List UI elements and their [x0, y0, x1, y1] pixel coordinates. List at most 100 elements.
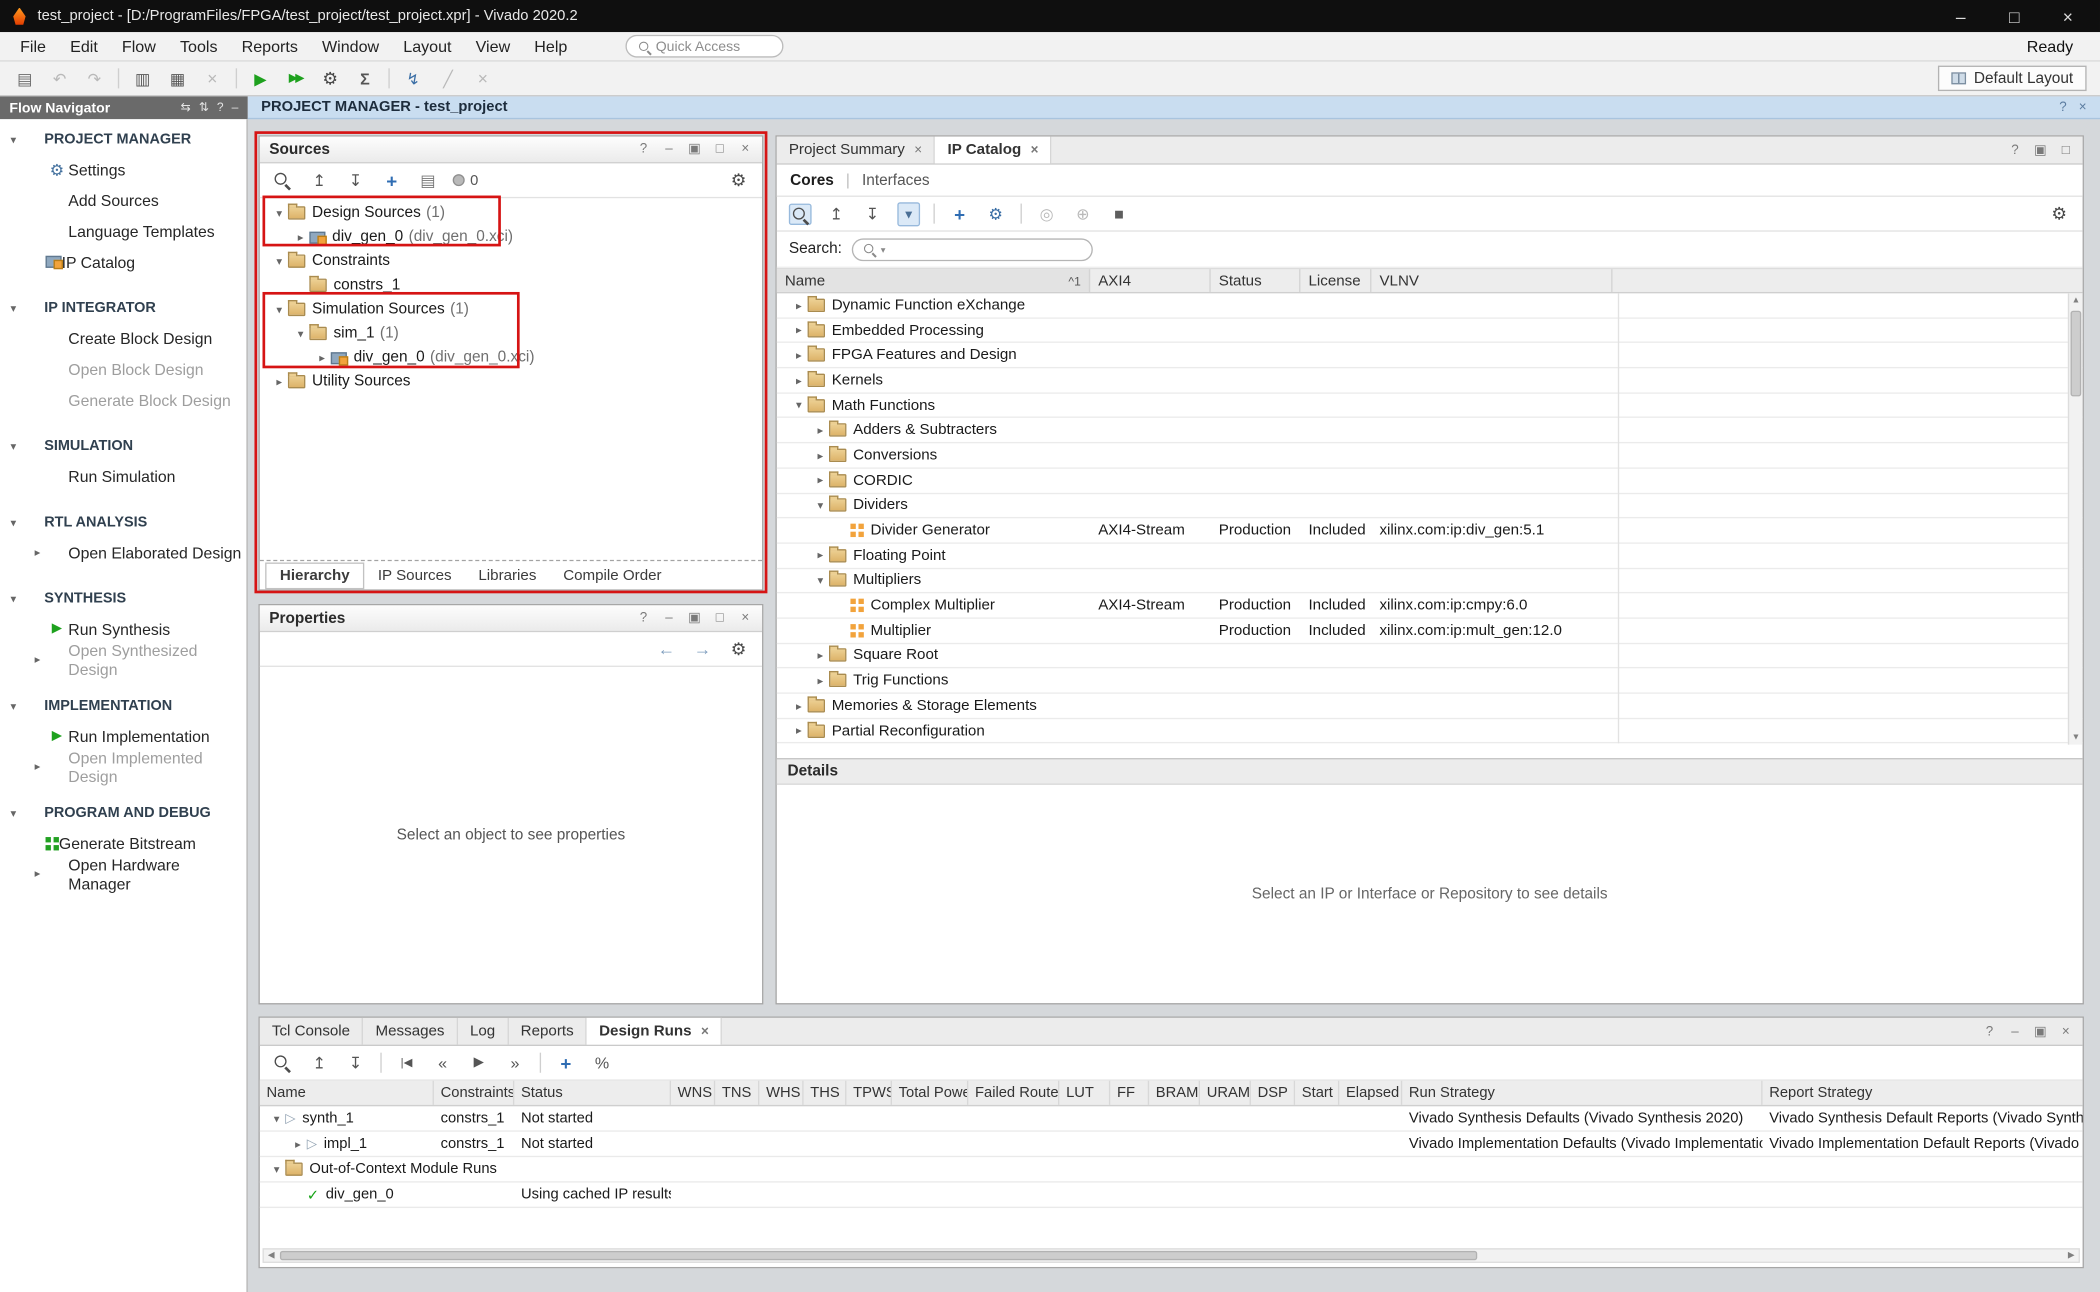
tab-project-summary[interactable]: Project Summary — [777, 137, 936, 164]
collapse-all-icon[interactable] — [825, 202, 848, 226]
flow-nav-entry[interactable]: Open Block Design — [0, 354, 246, 385]
collapse-all-icon[interactable] — [308, 168, 331, 192]
subtab-interfaces[interactable]: Interfaces — [862, 172, 930, 188]
close-icon[interactable] — [738, 142, 753, 157]
column-header[interactable]: WNS — [671, 1081, 715, 1105]
menu-item[interactable]: Reports — [230, 34, 310, 58]
chevron-icon[interactable] — [5, 517, 21, 528]
ip-catalog-row[interactable]: Dividers — [777, 494, 2083, 519]
ip-catalog-row[interactable]: Square Root — [777, 644, 2083, 669]
maximize-icon[interactable] — [2005, 6, 2024, 26]
vertical-scrollbar[interactable]: ▲ ▼ — [2068, 293, 2083, 744]
separator[interactable] — [933, 204, 934, 224]
menu-item[interactable]: Window — [310, 34, 391, 58]
sum-icon[interactable] — [354, 66, 377, 90]
help-icon[interactable] — [2008, 143, 2023, 158]
expand-all-icon[interactable] — [344, 168, 367, 192]
tree-row[interactable]: div_gen_0 (div_gen_0.xci) — [260, 225, 762, 249]
copy-icon[interactable] — [131, 66, 154, 90]
horizontal-scrollbar[interactable]: ◀ ▶ — [262, 1248, 2079, 1263]
tab-compile-order[interactable]: Compile Order — [550, 563, 675, 587]
float-icon[interactable] — [687, 611, 702, 626]
column-header[interactable]: THS — [804, 1081, 847, 1105]
expander-icon[interactable] — [812, 675, 829, 686]
column-header[interactable]: Elapsed — [1339, 1081, 1402, 1105]
close-tab-icon[interactable] — [914, 143, 922, 158]
flow-nav-entry[interactable]: Open Implemented Design — [0, 751, 246, 782]
chevron-icon[interactable] — [29, 654, 45, 665]
column-header[interactable]: Failed Routes — [968, 1081, 1059, 1105]
column-header[interactable]: Constraints — [434, 1081, 514, 1105]
expander-icon[interactable] — [790, 400, 807, 411]
ip-catalog-row[interactable]: Embedded Processing — [777, 318, 2083, 343]
stop-icon[interactable] — [1108, 202, 1131, 226]
design-run-row[interactable]: Out-of-Context Module Runs — [260, 1157, 2083, 1182]
run-step-icon[interactable] — [284, 66, 307, 90]
tab-tcl-console[interactable]: Tcl Console — [260, 1018, 364, 1045]
expander-icon[interactable] — [271, 207, 288, 218]
close-icon[interactable] — [2079, 100, 2087, 115]
expander-icon[interactable] — [812, 650, 829, 661]
menu-item[interactable]: Flow — [110, 34, 168, 58]
column-header[interactable]: BRAM — [1149, 1081, 1200, 1105]
scroll-up-icon[interactable]: ▲ — [2069, 293, 2082, 308]
refresh-hierarchy-icon[interactable] — [417, 168, 440, 192]
settings-icon[interactable] — [319, 66, 342, 90]
expander-icon[interactable] — [313, 352, 330, 363]
separator[interactable] — [388, 68, 389, 88]
tab-log[interactable]: Log — [458, 1018, 509, 1045]
expander-icon[interactable] — [790, 324, 807, 335]
column-header[interactable]: Total Power — [892, 1081, 968, 1105]
add-repository-icon[interactable] — [948, 202, 971, 226]
add-run-icon[interactable] — [554, 1051, 577, 1075]
search-icon[interactable] — [272, 169, 295, 190]
ip-catalog-row[interactable]: Multiplier Production Included xilinx.co… — [777, 619, 2083, 644]
search-icon[interactable] — [789, 203, 812, 224]
tree-row[interactable]: Design Sources (1) — [260, 201, 762, 225]
layout-selector[interactable]: Default Layout — [1938, 66, 2087, 91]
ip-catalog-row[interactable]: Adders & Subtracters — [777, 418, 2083, 443]
maximize-icon[interactable] — [712, 611, 727, 626]
expander-icon[interactable] — [812, 450, 829, 461]
redo-icon[interactable] — [83, 66, 106, 90]
column-header[interactable]: LUT — [1059, 1081, 1110, 1105]
expander-icon[interactable] — [790, 299, 807, 310]
chevron-icon[interactable] — [29, 547, 45, 558]
float-icon[interactable] — [687, 142, 702, 157]
expand-all-icon[interactable] — [861, 202, 884, 226]
ip-catalog-row[interactable]: Floating Point — [777, 544, 2083, 569]
column-header-axi4[interactable]: AXI4 — [1090, 269, 1211, 292]
column-header-name[interactable]: Name^1 — [777, 269, 1090, 292]
tab-design-runs[interactable]: Design Runs — [587, 1018, 722, 1045]
ip-catalog-row[interactable]: Complex Multiplier AXI4-Stream Productio… — [777, 594, 2083, 619]
swap-icon[interactable] — [181, 100, 191, 115]
expander-icon[interactable] — [812, 475, 829, 486]
ip-catalog-row[interactable]: Partial Reconfiguration — [777, 719, 2083, 744]
minimize-icon[interactable] — [662, 611, 677, 626]
tab-ip-catalog[interactable]: IP Catalog — [935, 137, 1051, 164]
menu-item[interactable]: Edit — [58, 34, 110, 58]
flow-nav-entry[interactable]: Run Synthesis — [0, 613, 246, 644]
maximize-icon[interactable] — [712, 142, 727, 157]
chevron-icon[interactable] — [5, 700, 21, 711]
settings-icon[interactable] — [727, 168, 750, 192]
float-icon[interactable] — [2033, 143, 2048, 158]
quick-access-search[interactable] — [625, 35, 783, 58]
collapse-all-icon[interactable] — [308, 1051, 331, 1075]
flow-nav-entry[interactable]: Settings — [0, 154, 246, 185]
chevron-icon[interactable] — [5, 593, 21, 604]
ip-catalog-row[interactable]: Memories & Storage Elements — [777, 694, 2083, 719]
tree-row[interactable]: constrs_1 — [260, 273, 762, 297]
flow-nav-entry[interactable]: Open Synthesized Design — [0, 644, 246, 675]
back-icon[interactable] — [655, 637, 678, 661]
ip-catalog-row[interactable]: Conversions — [777, 443, 2083, 468]
column-header[interactable]: WHS — [759, 1081, 803, 1105]
flow-nav-entry[interactable]: Open Hardware Manager — [0, 858, 246, 889]
percent-icon[interactable] — [591, 1051, 614, 1075]
flow-nav-entry[interactable]: Add Sources — [0, 185, 246, 216]
column-header-vlnv[interactable]: VLNV — [1371, 269, 1612, 292]
ip-catalog-row[interactable]: Math Functions — [777, 393, 2083, 418]
chevron-icon[interactable] — [29, 868, 45, 879]
tab-ip-sources[interactable]: IP Sources — [364, 563, 465, 587]
flow-nav-entry[interactable]: IP Catalog — [0, 246, 246, 277]
